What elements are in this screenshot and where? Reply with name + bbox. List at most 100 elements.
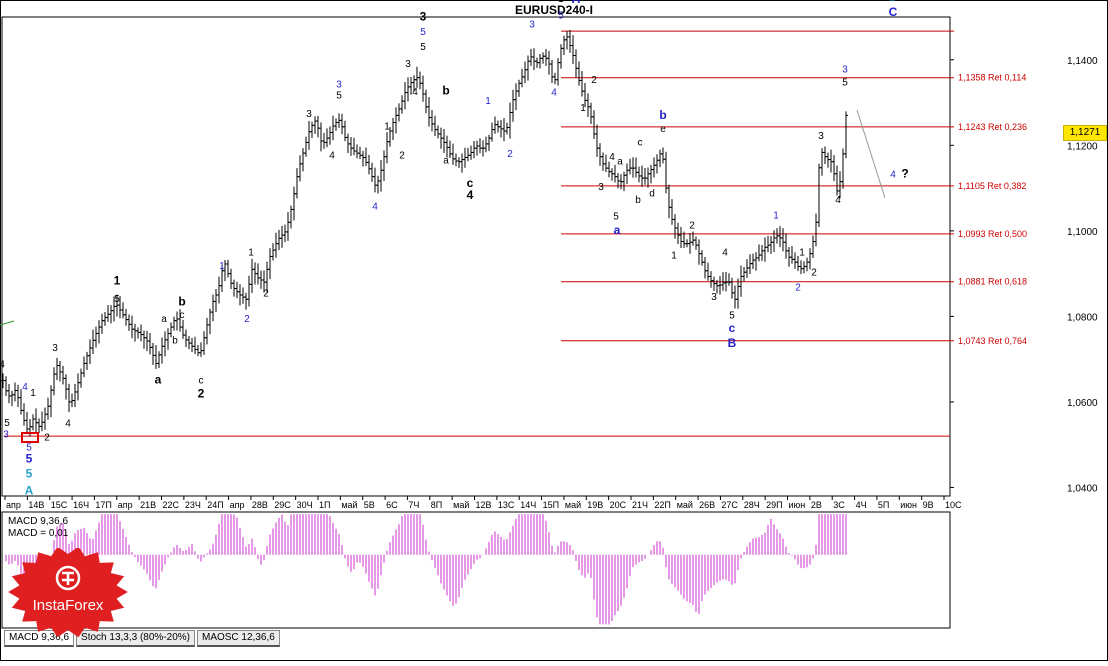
wave-label: a	[614, 223, 621, 237]
wave-label: 1	[384, 121, 390, 132]
wave-label: 4	[722, 248, 728, 259]
x-tick-label: 22С	[163, 500, 180, 510]
wave-label: 5	[558, 10, 564, 21]
wave-label: b	[178, 294, 185, 308]
wave-label: 3	[529, 19, 535, 30]
macd-pane-frame	[1, 511, 951, 629]
x-tick-label: 7Ч	[408, 500, 419, 510]
wave-label: 4	[835, 195, 841, 206]
x-tick-label: 23Ч	[185, 500, 201, 510]
wave-label: A	[572, 0, 581, 6]
wave-label: 3	[598, 182, 604, 193]
x-tick-label: 26В	[699, 500, 715, 510]
x-tick-label: 29П	[766, 500, 782, 510]
wave-label: 3	[711, 292, 717, 303]
wave-label: 3	[842, 65, 848, 76]
wave-label: 2	[44, 432, 50, 443]
macd-value-label: MACD = 0,01	[8, 528, 69, 539]
wave-label: 2	[198, 387, 205, 401]
wave-label: 4	[467, 188, 474, 202]
wave-label: 1	[30, 388, 36, 399]
wave-label: 3	[420, 9, 427, 23]
x-tick-label: июн	[789, 500, 806, 510]
wave-label: 3	[3, 429, 9, 440]
wave-label: 2	[399, 151, 405, 162]
wave-label: 1	[773, 210, 779, 221]
price-chart[interactable]: EURUSD240-I 1,1400 1,1200 1,1000 1,0800 1,060…	[0, 0, 1108, 661]
x-tick-label: 5П	[878, 500, 889, 510]
wave-label: e	[660, 124, 666, 135]
wave-label: 5	[420, 27, 426, 38]
x-tick-label: апр	[6, 500, 21, 510]
wave-label: 2	[689, 220, 695, 231]
wave-label: 5	[26, 467, 33, 481]
x-tick-label: 15С	[51, 500, 68, 510]
x-tick-label: май	[565, 500, 581, 510]
fib-level-label: 1,1105 Ret 0,382	[958, 181, 1026, 191]
x-tick-label: 8П	[431, 500, 442, 510]
x-tick-label: 3С	[833, 500, 845, 510]
tab-maosc[interactable]: MAOSC 12,36,6	[196, 630, 280, 647]
outer-frame	[0, 0, 1108, 661]
x-tick-label: 14Ч	[520, 500, 536, 510]
x-tick-label: 27С	[721, 500, 738, 510]
x-tick-label: май	[453, 500, 469, 510]
wave-label: 1	[248, 248, 254, 259]
x-tick-label: 19В	[587, 500, 603, 510]
x-tick-label: 17П	[95, 500, 111, 510]
price-pane-frame	[1, 16, 951, 497]
wave-label: 3	[52, 343, 58, 354]
fib-level-label: 1,1243 Ret 0,236	[958, 122, 1027, 132]
wave-label: c	[199, 376, 204, 387]
x-tick-label: 21Ч	[632, 500, 648, 510]
wave-label: 4	[372, 201, 378, 212]
x-tick-label: 15П	[543, 500, 559, 510]
wave-label: 1	[671, 251, 677, 262]
x-tick-label: 16Ч	[73, 500, 89, 510]
current-price-badge: 1,1271	[1063, 125, 1107, 141]
wave-label: 5	[114, 294, 120, 305]
x-tick-label: 30Ч	[297, 500, 313, 510]
wave-label: 3	[405, 59, 411, 70]
wave-label: 5	[420, 42, 426, 53]
x-tick-label: 6С	[386, 500, 398, 510]
wave-label: 4	[65, 419, 71, 430]
wave-label: 3	[336, 80, 342, 91]
wave-label: 5	[26, 452, 33, 466]
x-tick-label: 21В	[140, 500, 156, 510]
chart-window: EURUSD240-I 1,1400 1,1200 1,1000 1,0800 1,060…	[0, 0, 1108, 661]
wave-label: 4	[412, 87, 418, 98]
projection-line	[856, 109, 886, 199]
x-tick-label: 28В	[252, 500, 268, 510]
x-tick-label: 28Ч	[744, 500, 760, 510]
x-tick-label: 24П	[207, 500, 223, 510]
x-tick-label: апр	[230, 500, 245, 510]
wave-label: b	[659, 108, 666, 122]
wave-label: 5	[558, 0, 565, 5]
wave-label: a	[617, 157, 623, 168]
wave-label: A	[25, 484, 34, 498]
macd-label: MACD 9,36,6	[8, 516, 68, 527]
wave-label: 5	[4, 418, 10, 429]
wave-label: 4	[22, 382, 28, 393]
wave-label: 4	[551, 87, 557, 98]
instaforex-logo: InstaForex	[8, 548, 128, 638]
wave-label: a	[161, 314, 167, 325]
wave-label: 1	[799, 248, 805, 259]
x-tick-label: 14В	[28, 500, 44, 510]
wave-label: d	[649, 189, 655, 200]
svg-text:InstaForex: InstaForex	[33, 597, 104, 614]
wave-label: 4	[329, 151, 335, 162]
x-tick-label: 12В	[476, 500, 492, 510]
y-tick-label: 1,1000	[1067, 227, 1098, 238]
x-tick-label: 5В	[364, 500, 375, 510]
wave-label: 2	[795, 282, 801, 293]
x-tick-label: 9В	[923, 500, 934, 510]
wave-label: 3	[818, 131, 824, 142]
wave-label: 2	[263, 288, 269, 299]
fib-level-label: 1,0993 Ret 0,500	[958, 229, 1027, 239]
x-tick-label: 13С	[498, 500, 515, 510]
wave-label: 2	[244, 314, 250, 325]
wave-label: 1	[485, 96, 491, 107]
x-tick-label: 29С	[274, 500, 291, 510]
